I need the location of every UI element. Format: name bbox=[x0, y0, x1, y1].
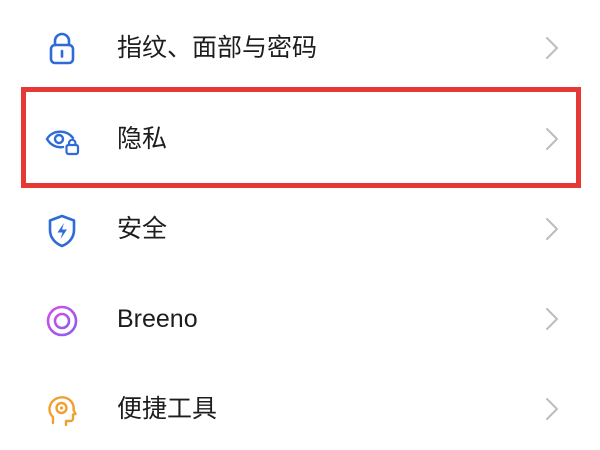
chevron-right-icon bbox=[544, 396, 560, 422]
breeno-icon bbox=[44, 303, 80, 339]
chevron-right-icon bbox=[544, 35, 560, 61]
lock-icon bbox=[44, 30, 80, 66]
chevron-right-icon bbox=[544, 306, 560, 332]
settings-item-breeno[interactable]: Breeno bbox=[0, 274, 600, 364]
chevron-right-icon bbox=[544, 216, 560, 242]
chevron-right-icon bbox=[544, 126, 560, 152]
settings-item-convenience-tools[interactable]: 便捷工具 bbox=[0, 364, 600, 450]
settings-item-security[interactable]: 安全 bbox=[0, 184, 600, 274]
settings-item-label: 隐私 bbox=[117, 124, 168, 153]
privacy-eye-lock-icon bbox=[44, 123, 80, 159]
convenience-tools-icon bbox=[44, 393, 80, 429]
settings-item-fingerprint-face-password[interactable]: 指纹、面部与密码 bbox=[0, 3, 600, 93]
security-shield-icon bbox=[44, 213, 80, 249]
settings-item-label: Breeno bbox=[117, 305, 198, 333]
settings-item-label: 便捷工具 bbox=[117, 394, 218, 423]
settings-list: 指纹、面部与密码 隐私 安全 Breeno 便捷工具 bbox=[0, 0, 600, 450]
settings-item-privacy[interactable]: 隐私 bbox=[0, 94, 600, 184]
settings-item-label: 指纹、面部与密码 bbox=[117, 33, 318, 62]
settings-item-label: 安全 bbox=[117, 214, 168, 243]
